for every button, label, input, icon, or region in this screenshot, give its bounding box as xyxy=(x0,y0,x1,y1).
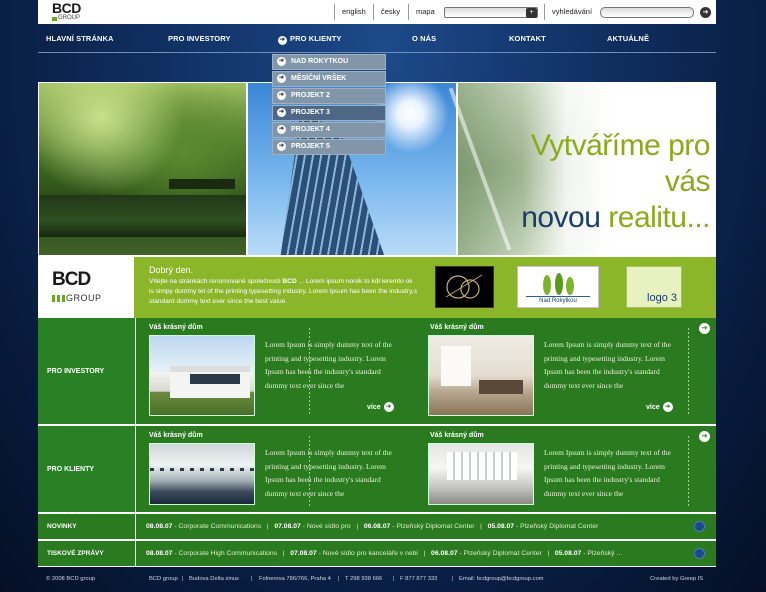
nav-home[interactable]: HLAVNÍ STRÁNKA xyxy=(46,34,114,43)
arrow-circle-icon: ➔ xyxy=(278,36,287,45)
footer-email[interactable]: Email: bcdgroup@bcdgroup.com xyxy=(459,576,544,582)
card: Váš krásný dům Lorem Ipsum is simply dum… xyxy=(428,426,698,512)
press-item[interactable]: 06.08.07 - Plzeňský Diplomat Center xyxy=(431,550,542,557)
more-link[interactable]: více ➔ xyxy=(367,402,394,412)
press-ticker: 08.08.07 - Corporate High Communications… xyxy=(146,550,623,557)
arrow-right-icon: ➔ xyxy=(277,125,286,134)
news-item[interactable]: 06.08.07 - Plzeňský Diplomat Center xyxy=(364,523,475,530)
press-label: TISKOVÉ ZPRÁVY xyxy=(38,541,136,566)
divider xyxy=(373,4,374,20)
nav-investors[interactable]: PRO INVESTORY xyxy=(168,34,231,43)
nav-contact[interactable]: KONTAKT xyxy=(509,34,546,43)
search-input[interactable] xyxy=(600,7,694,18)
news-ticker: 08.08.07 - Corporate Communications | 07… xyxy=(146,523,599,530)
footer-copyright: © 2008 BCD group xyxy=(46,576,96,582)
footer-fax: F 877 877 333 xyxy=(400,576,438,582)
nav-clients[interactable]: ➔ PRO KLIENTY xyxy=(278,34,342,45)
card: Váš krásný dům Lorem Ipsum is simply dum… xyxy=(149,426,419,512)
press-row: TISKOVÉ ZPRÁVY 08.08.07 - Corporate High… xyxy=(38,540,716,566)
press-item[interactable]: 05.08.07 - Plzeňský ... xyxy=(555,550,622,557)
lang-czech-link[interactable]: česky xyxy=(381,0,400,24)
section-investors: PRO INVESTORY Váš krásný dům Lorem Ipsum… xyxy=(38,318,716,424)
card: Váš krásný dům Lorem Ipsum is simply dum… xyxy=(149,318,419,424)
divider xyxy=(544,4,545,20)
divider xyxy=(688,328,689,416)
divider xyxy=(309,436,310,506)
footer-credit[interactable]: Created by Greep IS xyxy=(650,576,703,582)
partner-logo-nad-rokytkou[interactable]: Nad Rokytkou xyxy=(517,266,599,308)
arrow-right-icon: ➔ xyxy=(277,91,286,100)
card-image[interactable] xyxy=(428,335,534,416)
arrow-circle-icon[interactable]: ➔ xyxy=(699,323,710,334)
dropdown-item-projekt-3[interactable]: ➔ PROJEKT 3 xyxy=(272,105,386,121)
welcome-text: Dobrý den. Vítejte na stránkách renomova… xyxy=(149,265,418,305)
intro-band: BCD GROUP Dobrý den. Vítejte na stránkác… xyxy=(38,257,716,318)
news-item[interactable]: 08.08.07 - Corporate Communications xyxy=(146,523,261,530)
map-select[interactable]: + xyxy=(444,7,538,18)
arrow-circle-icon: ➔ xyxy=(383,402,394,412)
search-go-icon[interactable]: ➔ xyxy=(700,7,711,18)
arrow-right-icon: ➔ xyxy=(277,74,286,83)
card: Váš krásný dům Lorem Ipsum is simply dum… xyxy=(428,318,698,424)
footer-phone: T 298 938 666 xyxy=(345,576,383,582)
divider xyxy=(408,4,409,20)
nav-about[interactable]: O NÁS xyxy=(412,34,436,43)
divider xyxy=(309,328,310,416)
divider xyxy=(688,436,689,506)
plus-icon[interactable]: + xyxy=(526,8,537,18)
more-link[interactable]: více ➔ xyxy=(646,402,673,412)
search-label: vyhledávání xyxy=(552,7,593,16)
section-label: PRO INVESTORY xyxy=(38,318,136,424)
top-bar: BCD GROUP english česky mapa + vyhledává… xyxy=(38,0,716,24)
dropdown-item-nad-rokytkou[interactable]: ➔ NAD ROKYTKOU xyxy=(272,54,386,70)
dropdown-item-mesicni-vrsek[interactable]: ➔ MĚSÍČNÍ VRŠEK xyxy=(272,71,386,87)
press-item[interactable]: 08.08.07 - Corporate High Communications xyxy=(146,550,277,557)
partner-logo-1[interactable] xyxy=(435,266,494,308)
nav-news[interactable]: AKTUÁLNĚ xyxy=(607,34,649,43)
arrow-right-icon: ➔ xyxy=(277,57,286,66)
arrow-right-icon: ➔ xyxy=(277,108,286,117)
dropdown-item-projekt-4[interactable]: ➔ PROJEKT 4 xyxy=(272,122,386,138)
hero-slogan: Vytváříme pro vás novou realitu... xyxy=(521,129,710,234)
news-next-icon[interactable] xyxy=(694,521,705,532)
lang-english-link[interactable]: english xyxy=(342,0,366,24)
news-item[interactable]: 07.08.07 - Nové sídlo pro xyxy=(274,523,350,530)
card-image[interactable] xyxy=(149,335,255,416)
hero-photo-park xyxy=(39,83,246,255)
footer-building: Budova Delta sinus xyxy=(189,576,239,582)
map-label: mapa xyxy=(416,7,435,16)
nav-divider xyxy=(38,52,716,53)
news-label: NOVINKY xyxy=(38,514,136,539)
press-next-icon[interactable] xyxy=(694,548,705,559)
footer-company: BCD group xyxy=(149,576,178,582)
news-item[interactable]: 05.08.07 - Plzeňský Diplomat Center xyxy=(488,523,599,530)
section-clients: PRO KLIENTY Váš krásný dům Lorem Ipsum i… xyxy=(38,425,716,512)
logo-large: BCD GROUP xyxy=(38,257,134,318)
arrow-circle-icon[interactable]: ➔ xyxy=(699,431,710,442)
dropdown-item-projekt-2[interactable]: ➔ PROJEKT 2 xyxy=(272,88,386,104)
divider xyxy=(334,4,335,20)
partner-logo-3[interactable]: logo 3 xyxy=(626,266,682,308)
footer-address: Folnerova 786/766, Praha 4 xyxy=(259,576,331,582)
logo-small[interactable]: BCD GROUP xyxy=(52,1,88,22)
nav-dropdown: ➔ NAD ROKYTKOU ➔ MĚSÍČNÍ VRŠEK ➔ PROJEKT 2 … xyxy=(272,54,386,156)
section-label: PRO KLIENTY xyxy=(38,426,136,512)
card-image[interactable] xyxy=(428,443,534,505)
arrow-circle-icon: ➔ xyxy=(662,402,673,412)
news-row: NOVINKY 08.08.07 - Corporate Communicati… xyxy=(38,513,716,539)
arrow-right-icon: ➔ xyxy=(277,142,286,151)
dropdown-item-projekt-5[interactable]: ➔ PROJEKT 5 xyxy=(272,139,386,155)
press-item[interactable]: 07.08.07 - Nové sídlo pro kanceláře v ne… xyxy=(290,550,418,557)
card-image[interactable] xyxy=(149,443,256,505)
